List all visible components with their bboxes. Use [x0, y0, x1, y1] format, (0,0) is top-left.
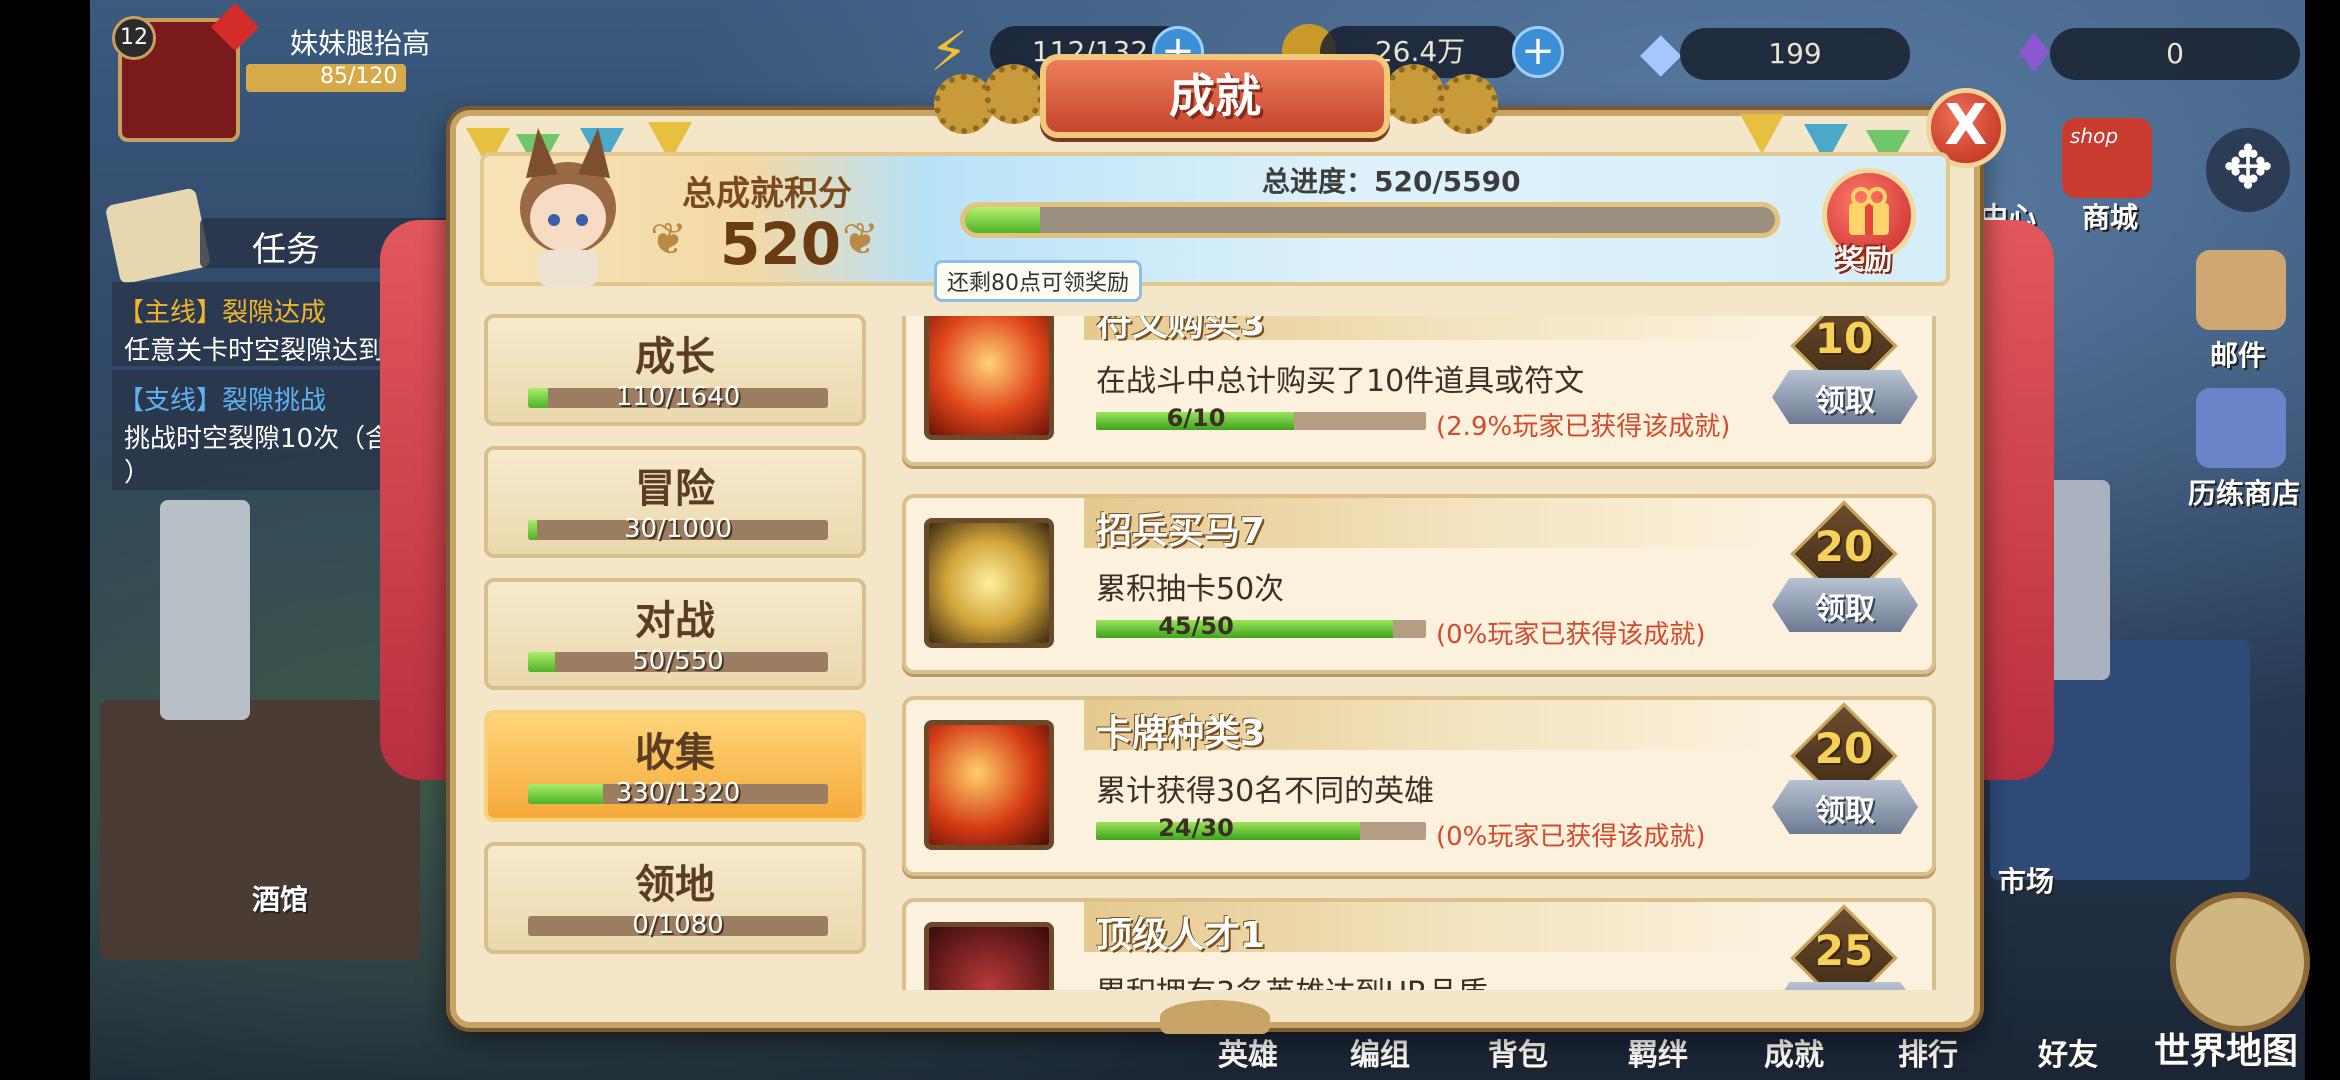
background-tower: [160, 500, 250, 720]
category-tab[interactable]: 成长 110/1640: [484, 314, 866, 426]
task-header-label: 任务: [252, 230, 320, 270]
main-quest-desc: 任意关卡时空裂隙达到: [124, 336, 385, 366]
category-name: 冒险: [635, 466, 715, 512]
achievement-count: 6/10: [1166, 404, 1226, 432]
recruit-icon: [924, 518, 1054, 648]
achievement-card: 招兵买马7 累积抽卡50次 45/50 (0%玩家已获得该成就) 20 领取: [902, 494, 1936, 674]
achievement-card: 顶级人才1 累积拥有3名英雄达到UR品质 25 领取: [902, 898, 1936, 990]
ribbon-right: [1974, 220, 2054, 780]
achievement-description: 累计获得30名不同的英雄: [1096, 774, 1435, 809]
add-gold-button[interactable]: +: [1512, 26, 1564, 78]
achievement-points: 25: [1814, 926, 1874, 975]
category-name: 对战: [635, 598, 715, 644]
gear-icon: [984, 64, 1044, 124]
bottom-tab-world-map[interactable]: 世界地图: [2154, 1022, 2298, 1074]
claim-button-label[interactable]: 领取: [1772, 376, 1918, 420]
side-quest-title: 【支线】裂隙挑战: [118, 386, 327, 416]
total-progress-label: 总进度：520/5590: [1262, 165, 1521, 198]
achievement-list[interactable]: 符文购买3 在战斗中总计购买了10件道具或符文 6/10 (2.9%玩家已获得该成就)…: [894, 316, 1942, 990]
pennant-flag: [1740, 114, 1784, 154]
bottom-tab-ranking[interactable]: 排行: [1898, 1030, 1958, 1074]
category-tab[interactable]: 收集 330/1320: [484, 710, 866, 822]
gear-icon: [1384, 64, 1444, 124]
dialog-bottom-ornament: [1160, 1000, 1270, 1034]
mascot-avatar: [498, 118, 638, 286]
total-score-label: 总成就积分: [682, 174, 852, 214]
ribbon-left: [380, 220, 460, 780]
achievement-card: 符文购买3 在战斗中总计购买了10件道具或符文 6/10 (2.9%玩家已获得该成就)…: [902, 316, 1936, 466]
bottom-tab-bonds[interactable]: 羁绊: [1628, 1030, 1688, 1074]
gem-counter: 199: [1680, 28, 1910, 80]
rune-icon: [924, 316, 1054, 440]
shop-badge: shop: [2070, 124, 2119, 148]
achievement-title: 符文购买3: [1096, 316, 1266, 344]
side-quest-desc: 挑战时空裂隙10次（含扫: [124, 424, 418, 454]
achievement-count: 45/50: [1158, 612, 1234, 640]
player-level-badge: 12: [112, 16, 156, 60]
total-score-value: 520: [720, 210, 842, 278]
category-name: 成长: [635, 334, 715, 380]
bottom-tab-friends[interactable]: 好友: [2038, 1030, 2098, 1074]
category-count: 50/550: [632, 646, 724, 676]
achievement-percentage: (2.9%玩家已获得该成就): [1436, 412, 1731, 442]
category-count: 0/1080: [632, 910, 724, 940]
laurel-left-icon: ❦: [650, 214, 687, 265]
gem-icon: ◆: [1640, 20, 1682, 83]
achievement-card: 卡牌种类3 累计获得30名不同的英雄 24/30 (0%玩家已获得该成就) 20 领取: [902, 696, 1936, 876]
screen-edge-left: [0, 0, 90, 1080]
claim-button-label[interactable]: 领取: [1772, 988, 1918, 990]
bottom-tab-backpack[interactable]: 背包: [1488, 1030, 1548, 1074]
trial-shop-label[interactable]: 历练商店: [2188, 472, 2300, 512]
shop-label[interactable]: 商城: [2082, 196, 2138, 236]
market-label[interactable]: 市场: [1998, 860, 2054, 900]
mail-icon[interactable]: [2196, 250, 2286, 330]
category-name: 收集: [635, 730, 715, 776]
category-count: 110/1640: [615, 382, 741, 412]
reward-label: 奖励: [1836, 243, 1893, 276]
achievement-title: 顶级人才1: [1096, 915, 1266, 956]
world-map-icon[interactable]: [2170, 892, 2310, 1032]
achievement-points: 20: [1814, 522, 1874, 571]
achievement-percentage: (0%玩家已获得该成就): [1436, 822, 1706, 852]
bottom-tab-formation[interactable]: 编组: [1350, 1030, 1410, 1074]
achievement-points: 20: [1814, 724, 1874, 773]
screen-edge-right: [2305, 0, 2340, 1080]
achievement-description: 累积抽卡50次: [1096, 572, 1285, 607]
background-house: [100, 700, 420, 960]
category-name: 领地: [635, 862, 715, 908]
reward-hint-tooltip: 还剩80点可领奖励: [934, 260, 1142, 302]
achievement-title: 招兵买马7: [1096, 511, 1266, 552]
category-tab[interactable]: 冒险 30/1000: [484, 446, 866, 558]
card-icon: [924, 720, 1054, 850]
bottom-tab-achievements[interactable]: 成就: [1764, 1030, 1824, 1074]
exp-text: 85/120: [320, 64, 398, 89]
gear-icon: [1438, 74, 1498, 134]
talent-icon: [924, 922, 1054, 990]
category-tab[interactable]: 领地 0/1080: [484, 842, 866, 954]
category-tab[interactable]: 对战 50/550: [484, 578, 866, 690]
claim-button-label[interactable]: 领取: [1772, 786, 1918, 830]
achievement-description: 累积拥有3名英雄达到UR品质: [1096, 968, 1488, 990]
laurel-right-icon: ❦: [842, 214, 879, 265]
achievement-title: 卡牌种类3: [1096, 713, 1266, 754]
mail-label[interactable]: 邮件: [2210, 334, 2266, 374]
category-count: 30/1000: [623, 514, 732, 544]
achievement-percentage: (0%玩家已获得该成就): [1436, 620, 1706, 650]
total-progress-fill: [965, 207, 1041, 233]
trial-shop-icon[interactable]: [2196, 388, 2286, 468]
claim-button-label[interactable]: 领取: [1772, 584, 1918, 628]
tavern-label[interactable]: 酒馆: [252, 878, 308, 918]
bottom-tab-heroes[interactable]: 英雄: [1218, 1030, 1278, 1074]
dialog-title: 成就: [1169, 69, 1261, 123]
main-quest-title: 【主线】裂隙达成: [118, 298, 327, 328]
move-icon[interactable]: ✥: [2206, 128, 2290, 212]
category-count: 330/1320: [615, 778, 741, 808]
crystal-counter: 0: [2050, 28, 2300, 80]
achievement-description: 在战斗中总计购买了10件道具或符文: [1096, 364, 1585, 399]
player-name: 妹妹腿抬高: [290, 27, 431, 60]
total-progress-bar: [960, 202, 1780, 238]
achievement-points: 10: [1814, 316, 1874, 363]
achievement-count: 24/30: [1158, 814, 1234, 842]
side-quest-desc-end: ）: [124, 458, 151, 488]
